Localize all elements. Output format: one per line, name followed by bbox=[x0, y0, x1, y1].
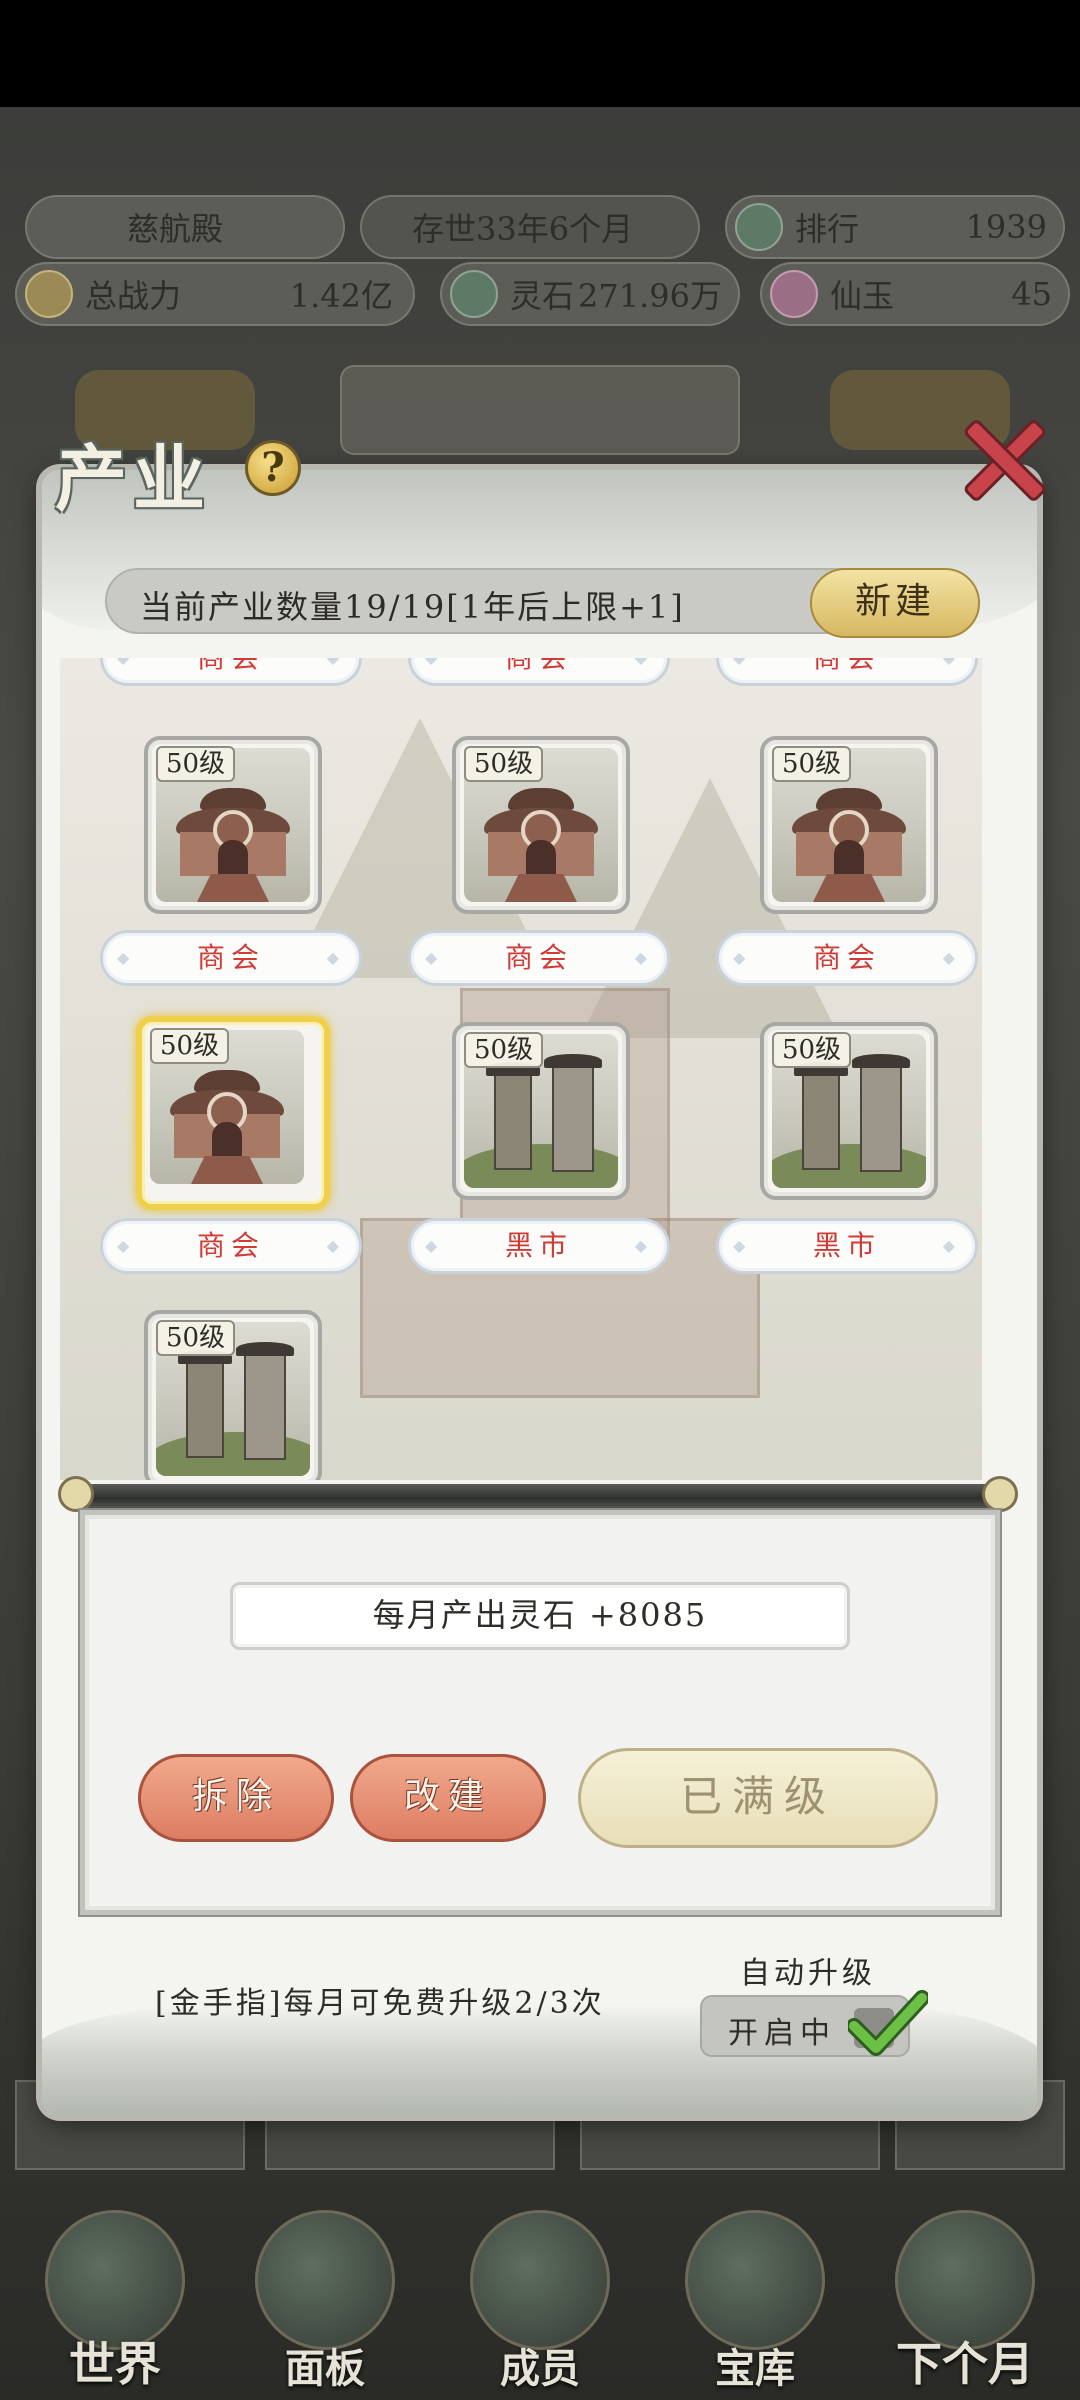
spirit-stone-label: 灵石 bbox=[510, 277, 575, 315]
building-label[interactable]: 黑市 bbox=[716, 1218, 978, 1274]
location-plate: 慈航殿 bbox=[25, 195, 345, 259]
members-icon bbox=[470, 2210, 610, 2350]
building-card[interactable]: 50级 bbox=[144, 1310, 322, 1480]
panel-icon bbox=[255, 2210, 395, 2350]
detail-panel bbox=[80, 1510, 1000, 1915]
building-card[interactable]: 50级 bbox=[452, 1022, 630, 1200]
label-pill[interactable]: 商会 bbox=[408, 658, 670, 686]
jade-icon bbox=[770, 270, 818, 318]
rank-label: 排行 bbox=[795, 210, 860, 248]
spirit-stone-plate: 灵石 271.96万 bbox=[440, 262, 740, 326]
rank-plate: 排行 1939 bbox=[725, 195, 1065, 259]
rank-icon bbox=[735, 203, 783, 251]
auto-upgrade-state: 开启中 bbox=[728, 2016, 836, 2051]
nav-treasury[interactable]: 宝库 bbox=[655, 2200, 855, 2400]
rebuild-button[interactable]: 改建 bbox=[350, 1754, 546, 1842]
nav-world-label: 世界 bbox=[69, 2337, 161, 2391]
industry-count-text: 当前产业数量19/19[1年后上限+1] bbox=[140, 588, 685, 626]
nav-panel-label: 面板 bbox=[285, 2345, 365, 2392]
label-pill[interactable]: 商会 bbox=[100, 658, 362, 686]
max-level-button: 已满级 bbox=[578, 1748, 938, 1848]
level-badge: 50级 bbox=[464, 746, 544, 782]
industry-grid[interactable]: 商会 商会 商会 50级 50级 50级 商会 商会 商会 50级 50级 bbox=[60, 658, 982, 1480]
nav-treasury-label: 宝库 bbox=[715, 2345, 795, 2392]
level-badge: 50级 bbox=[150, 1028, 230, 1064]
location-name: 慈航殿 bbox=[127, 210, 224, 248]
jade-label: 仙玉 bbox=[830, 277, 895, 315]
jade-plate: 仙玉 45 bbox=[760, 262, 1070, 326]
building-label[interactable]: 商会 bbox=[408, 930, 670, 986]
question-icon[interactable]: ? bbox=[245, 440, 301, 496]
new-build-button[interactable]: 新建 bbox=[810, 568, 980, 638]
building-card[interactable]: 50级 bbox=[452, 736, 630, 914]
age-text: 存世33年6个月 bbox=[412, 210, 634, 248]
bg-title-plate bbox=[340, 365, 740, 455]
nav-members[interactable]: 成员 bbox=[440, 2200, 640, 2400]
level-badge: 50级 bbox=[772, 1032, 852, 1068]
label-pill[interactable]: 商会 bbox=[716, 658, 978, 686]
treasury-icon bbox=[685, 2210, 825, 2350]
power-icon bbox=[25, 270, 73, 318]
age-plate: 存世33年6个月 bbox=[360, 195, 700, 259]
level-badge: 50级 bbox=[772, 746, 852, 782]
level-badge: 50级 bbox=[156, 1320, 236, 1356]
modal-title: 产业 bbox=[55, 436, 212, 521]
spirit-stone-value: 271.96万 bbox=[578, 277, 722, 315]
level-badge: 50级 bbox=[464, 1032, 544, 1068]
status-bar bbox=[0, 0, 1080, 107]
building-card[interactable]: 50级 bbox=[760, 1022, 938, 1200]
power-value: 1.42亿 bbox=[289, 277, 393, 315]
checkmark-icon bbox=[848, 1990, 928, 2056]
auto-upgrade-label: 自动升级 bbox=[740, 1956, 876, 1991]
scroll-rod bbox=[58, 1476, 1018, 1512]
jade-value: 45 bbox=[1011, 275, 1052, 313]
rank-value: 1939 bbox=[965, 208, 1047, 246]
nav-world[interactable]: 世界 bbox=[15, 2200, 215, 2400]
power-label: 总战力 bbox=[85, 277, 182, 315]
level-badge: 50级 bbox=[156, 746, 236, 782]
bottom-nav: 世界 面板 成员 宝库 下个月 bbox=[0, 2200, 1080, 2400]
nav-next-month[interactable]: 下个月 bbox=[865, 2200, 1065, 2400]
building-card[interactable]: 50级 bbox=[760, 736, 938, 914]
close-icon[interactable] bbox=[955, 410, 1045, 500]
building-label[interactable]: 商会 bbox=[100, 1218, 362, 1274]
spirit-stone-icon bbox=[450, 270, 498, 318]
building-label[interactable]: 黑市 bbox=[408, 1218, 670, 1274]
building-card-selected[interactable]: 50级 bbox=[136, 1016, 330, 1210]
monthly-output: 每月产出灵石 +8085 bbox=[230, 1582, 850, 1650]
nav-panel[interactable]: 面板 bbox=[225, 2200, 425, 2400]
building-label[interactable]: 商会 bbox=[716, 930, 978, 986]
demolish-button[interactable]: 拆除 bbox=[138, 1754, 334, 1842]
building-card[interactable]: 50级 bbox=[144, 736, 322, 914]
building-label[interactable]: 商会 bbox=[100, 930, 362, 986]
free-upgrade-tip: [金手指]每月可免费升级2/3次 bbox=[155, 1986, 605, 2021]
nav-members-label: 成员 bbox=[500, 2345, 580, 2392]
power-plate: 总战力 1.42亿 bbox=[15, 262, 415, 326]
nav-next-month-label: 下个月 bbox=[896, 2337, 1034, 2391]
